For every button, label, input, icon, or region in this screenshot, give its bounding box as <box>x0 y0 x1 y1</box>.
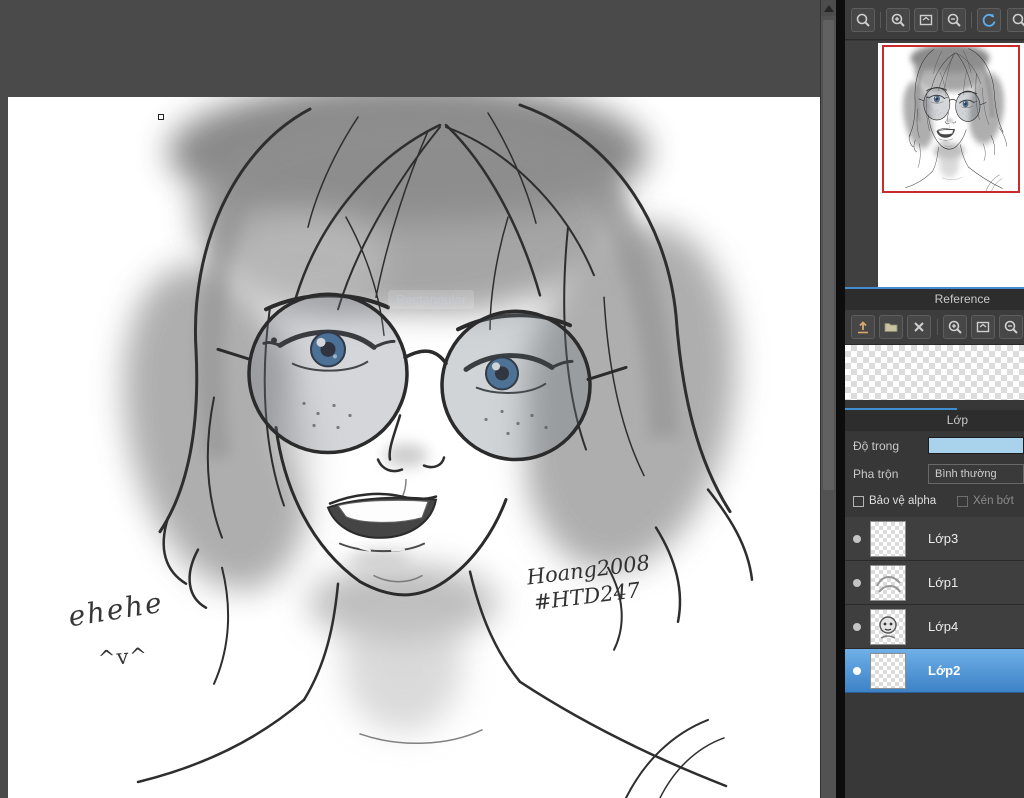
layer-name: Lớp3 <box>928 531 959 546</box>
arrow-up-icon <box>823 4 834 12</box>
right-panel: Reference Lớp Độ trong Pha trộn Bình thư… <box>845 0 1024 798</box>
blend-mode-dropdown[interactable]: Bình thường <box>928 464 1024 484</box>
layer-name: Lớp1 <box>928 575 959 590</box>
zoom-out-icon <box>947 13 961 27</box>
zoom-out-button[interactable] <box>942 8 966 32</box>
handwritten-cat-face: ^v^ <box>97 643 149 671</box>
canvas-area: Rectangular ehehe ^v^ Hoang2008 #HTD247 <box>0 0 836 798</box>
layer-thumbnail <box>870 564 906 601</box>
layer-name: Lớp4 <box>928 619 959 634</box>
reference-toolbar <box>845 310 1024 344</box>
reference-panel-header[interactable]: Reference <box>845 289 1024 310</box>
navigator-thumbnail <box>884 47 1018 191</box>
navigator-toolbar <box>845 0 1024 40</box>
brush-cursor <box>158 114 164 120</box>
app-window: Rectangular ehehe ^v^ Hoang2008 #HTD247 <box>0 0 1024 798</box>
scrollbar-thumb[interactable] <box>823 20 834 490</box>
reference-empty-area[interactable] <box>845 344 1024 400</box>
upload-icon <box>858 321 868 334</box>
reference-clear-button[interactable] <box>907 315 931 339</box>
reset-view-button[interactable] <box>977 8 1001 32</box>
layer-row-lop4[interactable]: Lớp4 <box>845 605 1024 649</box>
zoom-in-icon <box>891 13 905 27</box>
toolbar-separator <box>971 12 972 28</box>
fit-screen-icon <box>976 321 990 333</box>
layer-visibility-icon[interactable] <box>853 578 861 587</box>
more-tools-button[interactable] <box>1007 8 1024 32</box>
layer-visibility-icon[interactable] <box>853 622 861 631</box>
opacity-row: Độ trong <box>845 433 1024 460</box>
protect-alpha-label: Bảo vệ alpha <box>869 495 937 507</box>
layer-thumbnail <box>870 520 906 557</box>
zoom-in-button[interactable] <box>886 8 910 32</box>
blend-row: Pha trộn Bình thường <box>845 461 1024 488</box>
navigator-viewport[interactable] <box>882 45 1020 193</box>
reference-zoom-in-button[interactable] <box>943 315 967 339</box>
layer-list: Lớp3 Lớp1 Lớp4 Lớp2 <box>845 517 1024 798</box>
zoom-tool-button[interactable] <box>851 8 875 32</box>
magnifier-icon <box>856 13 870 27</box>
folder-icon <box>884 323 898 332</box>
scroll-up-button[interactable] <box>821 0 836 16</box>
zoom-out-icon <box>1004 320 1018 334</box>
reset-rotate-icon <box>982 13 996 27</box>
opacity-label: Độ trong <box>853 439 900 453</box>
drawing-canvas[interactable]: Rectangular ehehe ^v^ Hoang2008 #HTD247 <box>8 97 820 798</box>
navigator-page <box>878 43 1024 287</box>
layer-row-lop2-selected[interactable]: Lớp2 <box>845 649 1024 693</box>
checkbox-icon <box>957 495 968 507</box>
protect-alpha-checkbox[interactable]: Bảo vệ alpha <box>853 495 936 507</box>
zoom-in-icon <box>948 320 962 334</box>
face-thumbnail-icon <box>879 615 897 639</box>
navigator-panel <box>845 41 1024 287</box>
opacity-slider[interactable] <box>928 437 1024 454</box>
layer-row-lop3[interactable]: Lớp3 <box>845 517 1024 561</box>
sketch-thumbnail-icon <box>876 575 901 593</box>
checkbox-icon <box>853 495 864 507</box>
clipping-checkbox[interactable]: Xén bớt <box>957 495 1014 507</box>
reference-zoom-out-button[interactable] <box>999 315 1023 339</box>
layer-visibility-icon[interactable] <box>853 534 861 543</box>
fit-screen-button[interactable] <box>914 8 938 32</box>
layer-thumbnail <box>870 608 906 645</box>
fit-screen-icon <box>919 14 933 26</box>
layer-row-lop1[interactable]: Lớp1 <box>845 561 1024 605</box>
portrait-artwork <box>8 97 820 798</box>
close-icon <box>914 322 924 332</box>
magnifier-icon <box>1012 13 1024 27</box>
layer-options-row: Bảo vệ alpha Xén bớt <box>845 490 1024 514</box>
reference-open-folder-button[interactable] <box>879 315 903 339</box>
layer-visibility-icon[interactable] <box>853 666 861 675</box>
toolbar-separator <box>880 12 881 28</box>
opacity-slider-fill <box>929 438 1023 453</box>
reference-upload-button[interactable] <box>851 315 875 339</box>
blend-label: Pha trộn <box>853 467 899 481</box>
layer-thumbnail <box>870 652 906 689</box>
layer-panel-header[interactable]: Lớp <box>845 410 1024 431</box>
reference-fit-button[interactable] <box>971 315 995 339</box>
layer-name: Lớp2 <box>928 663 961 678</box>
clipping-label: Xén bớt <box>973 495 1014 507</box>
canvas-vertical-scrollbar[interactable] <box>820 0 836 798</box>
tool-hint-toast: Rectangular <box>388 290 475 309</box>
toolbar-separator <box>937 319 938 335</box>
